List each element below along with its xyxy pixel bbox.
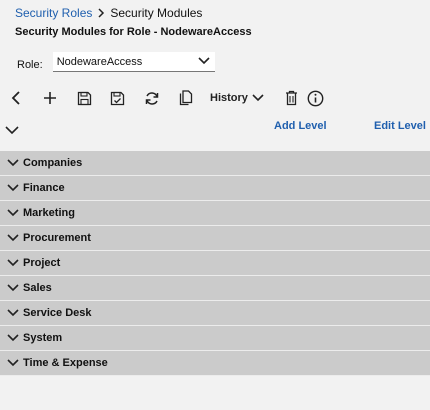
history-dropdown[interactable]: History xyxy=(210,88,264,108)
save-icon xyxy=(77,91,92,106)
module-label: Sales xyxy=(23,282,52,294)
info-icon xyxy=(307,90,324,107)
module-row-service-desk[interactable]: Service Desk xyxy=(0,301,430,326)
module-label: Service Desk xyxy=(23,307,92,319)
chevron-down-icon xyxy=(5,122,19,140)
delete-button[interactable] xyxy=(283,88,299,108)
save-and-close-icon xyxy=(110,91,125,106)
chevron-down-icon xyxy=(7,259,19,267)
collapse-all-toggle[interactable] xyxy=(5,122,19,140)
role-row: Role: NodewareAccess xyxy=(17,52,215,72)
module-row-sales[interactable]: Sales xyxy=(0,276,430,301)
history-label: History xyxy=(210,92,248,104)
module-row-procurement[interactable]: Procurement xyxy=(0,226,430,251)
module-label: System xyxy=(23,332,63,344)
module-label: Project xyxy=(23,257,61,269)
chevron-right-icon xyxy=(97,8,105,18)
chevron-down-icon xyxy=(7,284,19,292)
info-button[interactable] xyxy=(305,88,325,108)
chevron-down-icon xyxy=(252,94,264,102)
save-and-close-button[interactable] xyxy=(108,88,126,108)
module-label: Finance xyxy=(23,182,65,194)
edit-level-link[interactable]: Edit Level xyxy=(374,120,426,132)
chevron-down-icon xyxy=(7,309,19,317)
chevron-down-icon xyxy=(7,159,19,167)
chevron-down-icon xyxy=(7,209,19,217)
module-row-companies[interactable]: Companies xyxy=(0,151,430,176)
add-level-link[interactable]: Add Level xyxy=(274,120,327,132)
levels-row: Add Level Edit Level xyxy=(0,117,430,139)
module-label: Marketing xyxy=(23,207,75,219)
copy-button[interactable] xyxy=(177,88,195,108)
copy-icon xyxy=(179,90,193,106)
chevron-down-icon xyxy=(198,56,210,68)
module-row-time-expense[interactable]: Time & Expense xyxy=(0,351,430,376)
refresh-button[interactable] xyxy=(142,88,162,108)
role-select[interactable]: NodewareAccess xyxy=(52,52,215,72)
module-row-system[interactable]: System xyxy=(0,326,430,351)
module-label: Time & Expense xyxy=(23,357,108,369)
refresh-icon xyxy=(144,91,160,106)
chevron-down-icon xyxy=(7,184,19,192)
role-label: Role: xyxy=(17,59,43,71)
breadcrumb-security-roles-link[interactable]: Security Roles xyxy=(15,6,92,20)
breadcrumb: Security Roles Security Modules xyxy=(15,6,202,20)
breadcrumb-current: Security Modules xyxy=(110,6,203,20)
role-select-value: NodewareAccess xyxy=(56,55,143,68)
module-row-finance[interactable]: Finance xyxy=(0,176,430,201)
back-icon xyxy=(11,90,21,106)
back-button[interactable] xyxy=(8,88,24,108)
module-row-marketing[interactable]: Marketing xyxy=(0,201,430,226)
add-icon xyxy=(43,91,57,105)
chevron-down-icon xyxy=(7,359,19,367)
toolbar: History xyxy=(0,86,430,110)
chevron-down-icon xyxy=(7,334,19,342)
save-button[interactable] xyxy=(75,88,93,108)
page-title: Security Modules for Role - NodewareAcce… xyxy=(15,26,252,38)
module-list: Companies Finance Marketing Procurement … xyxy=(0,151,430,376)
chevron-down-icon xyxy=(7,234,19,242)
module-row-project[interactable]: Project xyxy=(0,251,430,276)
trash-icon xyxy=(285,90,298,106)
module-label: Companies xyxy=(23,157,83,169)
module-label: Procurement xyxy=(23,232,91,244)
add-button[interactable] xyxy=(41,88,59,108)
